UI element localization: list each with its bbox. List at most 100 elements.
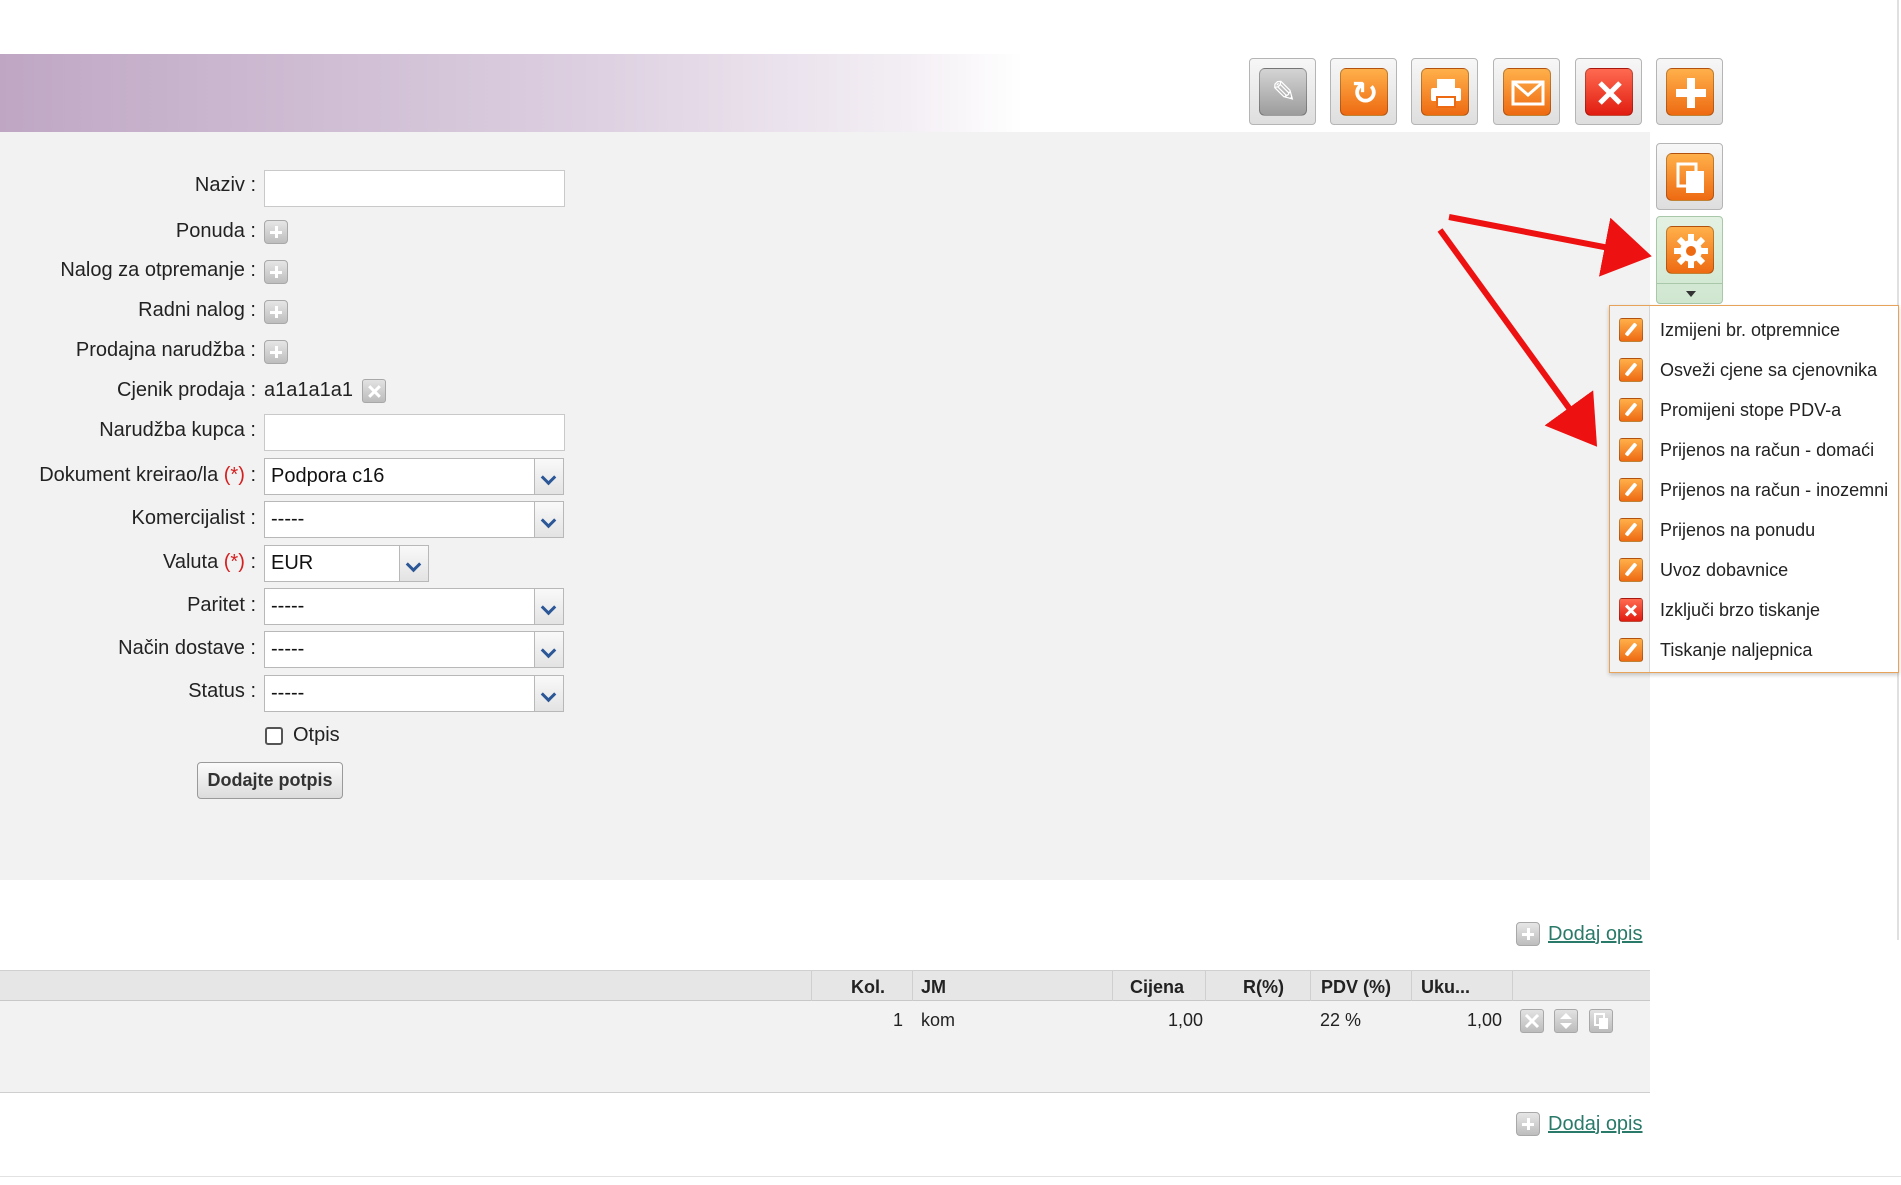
col-kol[interactable]: Kol. bbox=[851, 977, 885, 998]
menu-item-label: Osveži cjene sa cjenovnika bbox=[1660, 360, 1878, 380]
chevron-down-icon[interactable] bbox=[534, 502, 563, 537]
nacin-dostave-select-value: ----- bbox=[271, 638, 305, 660]
dokument-label: Dokument kreirao/la (*) : bbox=[39, 464, 256, 487]
header-separator bbox=[912, 971, 913, 1002]
nacin-dostave-select[interactable]: ----- bbox=[264, 631, 564, 668]
refresh-button[interactable]: ↻ bbox=[1330, 58, 1397, 125]
cjenik-value: a1a1a1a1 bbox=[264, 379, 353, 401]
plus-icon bbox=[1666, 68, 1714, 116]
envelope-icon bbox=[1503, 68, 1551, 116]
pencil-icon bbox=[1619, 438, 1643, 462]
nacin-dostave-label: Način dostave : bbox=[118, 637, 256, 659]
header-separator bbox=[811, 971, 812, 1002]
header-separator bbox=[1205, 971, 1206, 1002]
header-separator bbox=[1411, 971, 1412, 1002]
paritet-select[interactable]: ----- bbox=[264, 588, 564, 625]
otpis-label: Otpis bbox=[293, 724, 340, 746]
menu-item-prijenos-inozemni[interactable]: Prijenos na račun - inozemni bbox=[1610, 470, 1898, 510]
pencil-icon: ✎ bbox=[1259, 68, 1307, 116]
pencil-icon bbox=[1619, 558, 1643, 582]
dokument-label-text: Dokument kreirao/la bbox=[39, 464, 219, 486]
pencil-icon bbox=[1619, 518, 1643, 542]
menu-item-label: Uvoz dobavnice bbox=[1660, 560, 1789, 580]
row-copy-icon[interactable] bbox=[1589, 1009, 1613, 1033]
cell-cijena: 1,00 bbox=[1168, 1010, 1204, 1030]
dokument-required-mark: (*) bbox=[223, 464, 245, 486]
row-move-icon[interactable] bbox=[1554, 1009, 1578, 1033]
add-description-link-top[interactable]: Dodaj opis bbox=[1516, 922, 1643, 946]
menu-item-label: Prijenos na račun - domaći bbox=[1660, 440, 1875, 460]
paritet-select-value: ----- bbox=[271, 595, 305, 617]
pencil-icon bbox=[1619, 318, 1643, 342]
email-button[interactable] bbox=[1493, 58, 1560, 125]
add-description-link-bottom[interactable]: Dodaj opis bbox=[1516, 1112, 1643, 1136]
status-label: Status : bbox=[188, 680, 256, 702]
cjenik-label: Cjenik prodaja : bbox=[117, 379, 256, 401]
komercijalist-select[interactable]: ----- bbox=[264, 501, 564, 538]
menu-item-prijenos-domaci[interactable]: Prijenos na račun - domaći bbox=[1610, 430, 1898, 470]
nalog-label: Nalog za otpremanje : bbox=[60, 259, 256, 281]
menu-item-label: Izključi brzo tiskanje bbox=[1660, 600, 1821, 620]
komercijalist-select-value: ----- bbox=[271, 508, 305, 530]
menu-item-promijeni-pdv[interactable]: Promijeni stope PDV-a bbox=[1610, 390, 1898, 430]
dokument-select-value: Podpora c16 bbox=[271, 465, 385, 487]
nalog-add-icon[interactable] bbox=[264, 260, 288, 284]
menu-item-osvezi[interactable]: Osveži cjene sa cjenovnika bbox=[1610, 350, 1898, 390]
pencil-icon bbox=[1619, 478, 1643, 502]
gear-icon bbox=[1666, 226, 1714, 274]
ponuda-add-icon[interactable] bbox=[264, 220, 288, 244]
plus-icon bbox=[1516, 1112, 1540, 1136]
printer-icon bbox=[1421, 68, 1469, 116]
chevron-down-icon[interactable] bbox=[534, 459, 563, 494]
copy-button[interactable] bbox=[1656, 143, 1723, 210]
chevron-down-icon[interactable] bbox=[399, 546, 428, 581]
naziv-input[interactable] bbox=[264, 170, 565, 207]
add-description-text[interactable]: Dodaj opis bbox=[1548, 923, 1643, 946]
otpis-checkbox[interactable] bbox=[265, 727, 283, 745]
menu-item-prijenos-ponudu[interactable]: Prijenos na ponudu bbox=[1610, 510, 1898, 550]
add-button[interactable] bbox=[1656, 58, 1723, 125]
settings-button[interactable] bbox=[1656, 216, 1723, 304]
close-icon bbox=[1585, 68, 1633, 116]
menu-item-tiskanje-naljepnica[interactable]: Tiskanje naljepnica bbox=[1610, 630, 1898, 670]
add-signature-button[interactable]: Dodajte potpis bbox=[197, 762, 343, 799]
chevron-down-icon[interactable] bbox=[534, 632, 563, 667]
dokument-colon: : bbox=[250, 464, 256, 486]
chevron-down-icon[interactable] bbox=[534, 589, 563, 624]
menu-item-izmijeni[interactable]: Izmijeni br. otpremnice bbox=[1610, 310, 1898, 350]
close-icon bbox=[1619, 598, 1643, 622]
print-button[interactable] bbox=[1411, 58, 1478, 125]
cell-ukupno: 1,00 bbox=[1467, 1010, 1503, 1030]
header-separator bbox=[1310, 971, 1311, 1002]
row-delete-icon[interactable] bbox=[1520, 1009, 1544, 1033]
settings-dropdown-toggle[interactable] bbox=[1657, 283, 1722, 303]
radni-nalog-add-icon[interactable] bbox=[264, 300, 288, 324]
narudzba-input[interactable] bbox=[264, 414, 565, 451]
cell-jm: kom bbox=[921, 1010, 956, 1030]
table-row[interactable]: 1 kom 1,00 22 % 1,00 bbox=[0, 1001, 1650, 1093]
menu-item-izkljuci-tiskanje[interactable]: Izključi brzo tiskanje bbox=[1610, 590, 1898, 630]
chevron-down-icon[interactable] bbox=[534, 676, 563, 711]
narudzba-label: Narudžba kupca : bbox=[99, 419, 256, 441]
col-pdv[interactable]: PDV (%) bbox=[1321, 977, 1391, 998]
add-description-text[interactable]: Dodaj opis bbox=[1548, 1113, 1643, 1136]
header-separator bbox=[1512, 971, 1513, 1002]
ponuda-label: Ponuda : bbox=[175, 220, 256, 242]
col-ukupno[interactable]: Uku... bbox=[1421, 977, 1470, 998]
status-select-value: ----- bbox=[271, 682, 305, 704]
col-cijena[interactable]: Cijena bbox=[1130, 977, 1184, 998]
valuta-select[interactable]: EUR bbox=[264, 545, 429, 582]
menu-item-uvoz-dobavnice[interactable]: Uvoz dobavnice bbox=[1610, 550, 1898, 590]
col-jm[interactable]: JM bbox=[921, 977, 946, 998]
cell-pdv: 22 % bbox=[1320, 1010, 1362, 1030]
komercijalist-label: Komercijalist : bbox=[131, 507, 256, 529]
edit-button[interactable]: ✎ bbox=[1249, 58, 1316, 125]
menu-item-label: Tiskanje naljepnica bbox=[1660, 640, 1813, 660]
valuta-select-value: EUR bbox=[271, 552, 314, 574]
delete-button[interactable] bbox=[1575, 58, 1642, 125]
col-r[interactable]: R(%) bbox=[1243, 977, 1284, 998]
status-select[interactable]: ----- bbox=[264, 675, 564, 712]
dokument-select[interactable]: Podpora c16 bbox=[264, 458, 564, 495]
prodajna-add-icon[interactable] bbox=[264, 340, 288, 364]
cjenik-remove-icon[interactable] bbox=[362, 379, 386, 403]
